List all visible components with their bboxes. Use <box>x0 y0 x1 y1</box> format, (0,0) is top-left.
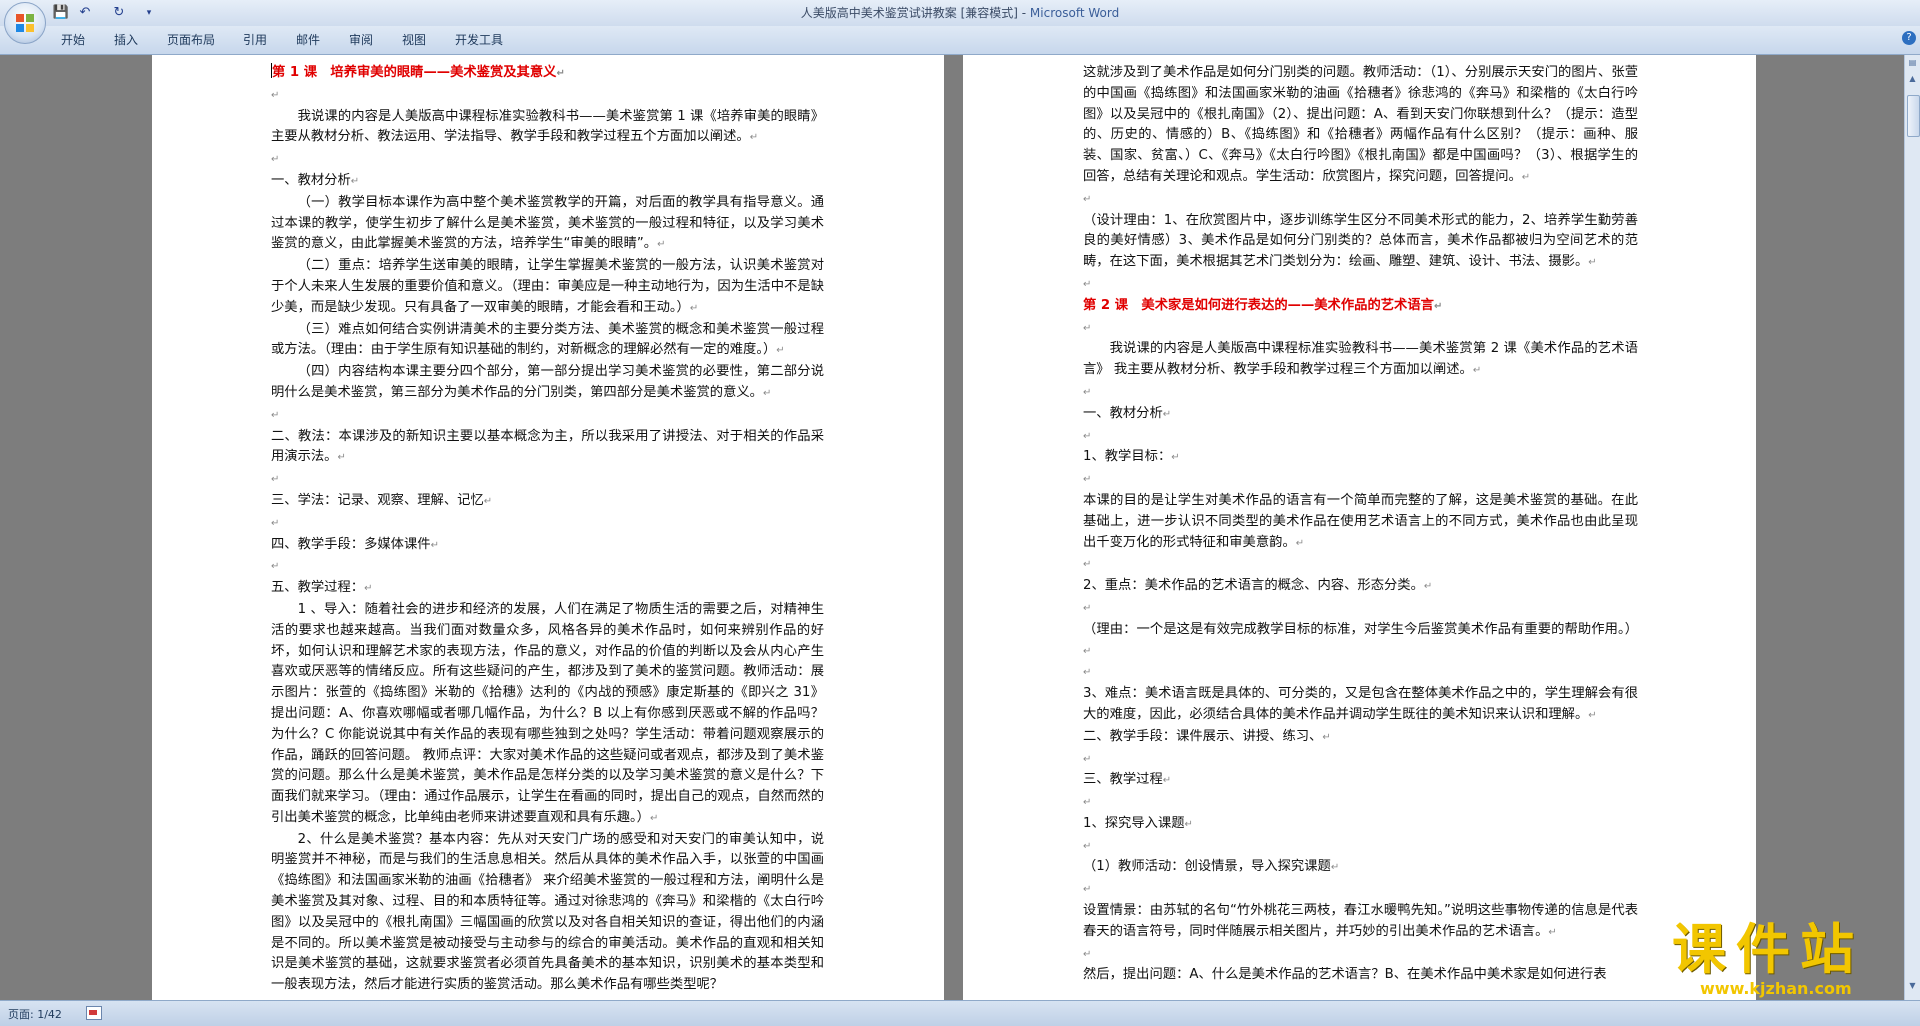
proofing-icon[interactable] <box>86 1006 102 1020</box>
paragraph: 三、教学过程↵ <box>1083 772 1172 788</box>
paragraph: （二）重点：培养学生送审美的眼睛，让学生掌握美术鉴赏的一般方法，认识美术鉴赏对于… <box>271 258 824 315</box>
tab-page-layout[interactable]: 页面布局 <box>167 31 215 48</box>
paragraph: 我说课的内容是人美版高中课程标准实验教科书——美术鉴赏第 1 课《培养审美的眼睛… <box>271 108 824 145</box>
title-bar: 💾 ↶ ↻ ▾ 人美版高中美术鉴赏试讲教案 [兼容模式] - Microsoft… <box>0 0 1920 26</box>
paragraph: 这就涉及到了美术作品是如何分门别类的问题。教师活动：（1）、分别展示天安门的图片… <box>1083 65 1638 184</box>
paragraph: （理由：一个是这是有效完成教学目标的标准，对学生今后鉴赏美术作品有重要的帮助作用… <box>1083 621 1638 657</box>
paragraph: 我说课的内容是人美版高中课程标准实验教科书——美术鉴赏第 2 课《美术作品的艺术… <box>1083 341 1638 378</box>
paragraph: 一、教材分析↵ <box>1083 405 1172 421</box>
paragraph: 三、学法：记录、观察、理解、记忆↵ <box>271 492 493 508</box>
paragraph: 3、难点：美术语言既是具体的、可分类的，又是包含在整体美术作品之中的，学生理解会… <box>1083 686 1638 722</box>
tab-review[interactable]: 审阅 <box>349 31 373 48</box>
office-button[interactable] <box>4 2 46 44</box>
paragraph: 一、教材分析↵ <box>271 172 360 188</box>
document-page-1[interactable]: 第 1 课 培养审美的眼睛——美术鉴赏及其意义↵ ↵ 我说课的内容是人美版高中课… <box>152 55 944 1000</box>
paragraph: 五、教学过程：↵ <box>271 580 373 596</box>
vertical-scrollbar[interactable]: ▤ ▲ ▼ <box>1904 55 1920 1000</box>
paragraph: 2、什么是美术鉴赏？基本内容：先从对天安门广场的感受和对天安门的审美认知中，说明… <box>271 831 824 993</box>
status-bar: 页面: 1/42 <box>0 1000 1920 1026</box>
paragraph: 1 、导入：随着社会的进步和经济的发展，人们在满足了物质生活的需要之后，对精神生… <box>271 601 824 825</box>
tab-view[interactable]: 视图 <box>402 31 426 48</box>
document-title: 人美版高中美术鉴赏试讲教案 [兼容模式] - <box>800 6 1030 20</box>
tab-mailings[interactable]: 邮件 <box>296 31 320 48</box>
paragraph: 1、教学目标：↵ <box>1083 449 1180 465</box>
lesson-2-title: 第 2 课 美术家是如何进行表达的——美术作品的艺术语言↵ <box>1083 297 1443 313</box>
paragraph: （一）教学目标本课作为高中整个美术鉴赏教学的开篇，对后面的教学具有指导意义。通过… <box>271 194 824 252</box>
paragraph: 四、教学手段：多媒体课件↵ <box>271 536 439 552</box>
app-name: Microsoft Word <box>1029 6 1120 20</box>
paragraph: 然后，提出问题：A、什么是美术作品的艺术语言？B、在美术作品中美术家是如何进行表 <box>1083 967 1607 983</box>
tab-references[interactable]: 引用 <box>243 31 267 48</box>
paragraph: （四）内容结构本课主要分四个部分，第一部分提出学习美术鉴赏的必要性，第二部分说明… <box>271 364 824 400</box>
office-logo-icon <box>16 14 34 32</box>
site-watermark: 课件站 www.kjzhan.com <box>1672 920 1912 1000</box>
paragraph: 2、重点：美术作品的艺术语言的概念、内容、形态分类。↵ <box>1083 578 1433 594</box>
paragraph: （1）教师活动：创设情景，导入探究课题↵ <box>1083 859 1340 875</box>
window-title: 人美版高中美术鉴赏试讲教案 [兼容模式] - Microsoft Word <box>0 4 1920 21</box>
paragraph: 二、教学手段：课件展示、讲授、练习、↵ <box>1083 728 1331 744</box>
paragraph: 1、探究导入课题↵ <box>1083 815 1193 831</box>
scrollbar-thumb[interactable] <box>1907 95 1920 137</box>
tab-insert[interactable]: 插入 <box>114 31 138 48</box>
ruler-toggle-icon[interactable]: ▤ <box>1907 57 1918 69</box>
lesson-1-title: 第 1 课 培养审美的眼睛——美术鉴赏及其意义↵ <box>271 63 565 80</box>
paragraph: 设置情景：由苏轼的名句“竹外桃花三两枝，春江水暖鸭先知。”说明这些事物传递的信息… <box>1083 903 1638 939</box>
ribbon-tabs: 开始 插入 页面布局 引用 邮件 审阅 视图 开发工具 ? <box>0 26 1920 55</box>
page-count[interactable]: 页面: 1/42 <box>8 1006 62 1022</box>
document-page-2[interactable]: 这就涉及到了美术作品是如何分门别类的问题。教师活动：（1）、分别展示天安门的图片… <box>963 55 1756 1000</box>
watermark-logo-text: 课件站 <box>1672 918 1864 981</box>
paragraph: （三）难点如何结合实例讲清美术的主要分类方法、美术鉴赏的概念和美术鉴赏一般过程或… <box>271 321 824 358</box>
paragraph: 二、教法：本课涉及的新知识主要以基本概念为主，所以我采用了讲授法、对于相关的作品… <box>271 428 824 465</box>
watermark-url: www.kjzhan.com <box>1700 979 1852 998</box>
scroll-up-icon[interactable]: ▲ <box>1907 73 1918 85</box>
tab-developer[interactable]: 开发工具 <box>455 31 503 48</box>
paragraph: 本课的目的是让学生对美术作品的语言有一个简单而完整的了解，这是美术鉴赏的基础。在… <box>1083 492 1638 550</box>
help-icon[interactable]: ? <box>1902 31 1916 45</box>
paragraph: （设计理由：1、在欣赏图片中，逐步训练学生区分不同美术形式的能力，2、培养学生勤… <box>1083 212 1638 270</box>
tab-home[interactable]: 开始 <box>61 31 85 48</box>
